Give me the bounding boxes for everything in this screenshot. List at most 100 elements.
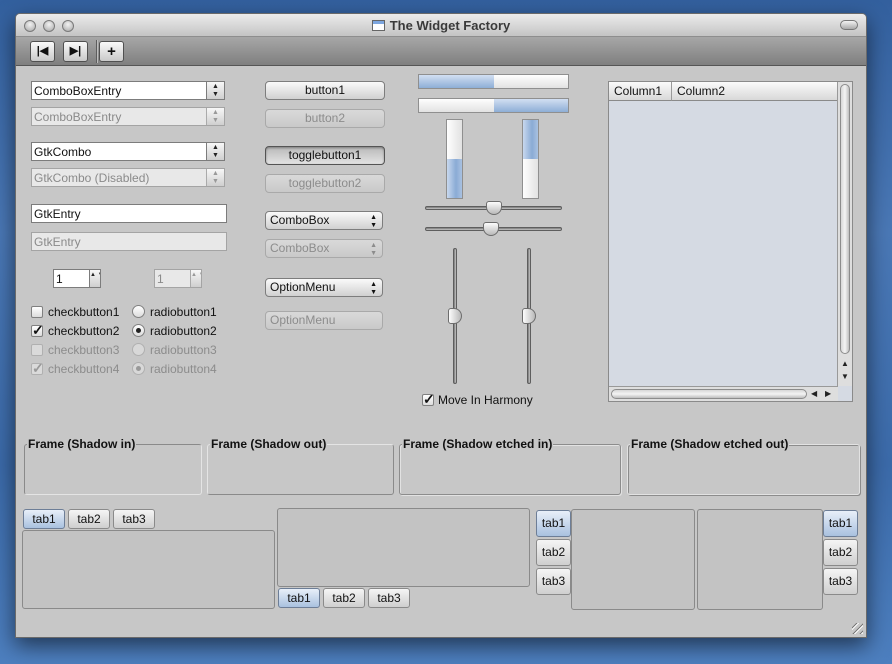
vertical-scale-1[interactable]	[448, 248, 462, 384]
notebook2-page	[277, 508, 530, 587]
horizontal-scale-1-thumb[interactable]	[485, 201, 502, 215]
checkbutton2-box[interactable]: ✓	[31, 322, 44, 338]
frame-shadow-etched-out: Frame (Shadow etched out)	[627, 437, 860, 495]
notebook3-tab2[interactable]: tab2	[536, 539, 571, 566]
gtk-combo-disabled-text: GtkCombo (Disabled)	[34, 171, 150, 185]
spin-button-disabled-arrows: ▲ ▼	[190, 270, 201, 287]
scroll-right-icon[interactable]: ▶	[825, 389, 831, 399]
notebook1-tab3[interactable]: tab3	[113, 509, 155, 529]
notebook3-tab3[interactable]: tab3	[536, 568, 571, 595]
toolbar-separator	[96, 40, 98, 63]
combobox[interactable]: ComboBox ▲ ▼	[265, 211, 383, 230]
togglebutton1[interactable]: togglebutton1	[265, 146, 385, 165]
progress-fill	[419, 75, 494, 88]
optionmenu-disabled: OptionMenu	[265, 311, 383, 330]
combobox-entry[interactable]: ComboBoxEntry ▲ ▼	[31, 81, 225, 100]
vertical-scale-2[interactable]	[522, 248, 536, 384]
horizontal-scale-2-thumb[interactable]	[482, 222, 499, 236]
gtk-combo-disabled-arrow: ▲ ▼	[206, 169, 224, 186]
notebook4-page	[697, 509, 823, 610]
move-in-harmony-label[interactable]: Move In Harmony	[438, 393, 533, 407]
goto-last-button[interactable]: ▶|	[63, 41, 88, 62]
window-title: The Widget Factory	[16, 18, 866, 33]
horizontal-scale-1[interactable]	[425, 201, 562, 215]
gtk-entry[interactable]: GtkEntry	[31, 204, 227, 223]
spin-button-disabled: 1 ▲ ▼	[154, 269, 202, 288]
notebook4-tab3[interactable]: tab3	[823, 568, 858, 595]
scroll-down-icon[interactable]: ▼	[841, 372, 849, 382]
vertical-scale-1-thumb[interactable]	[448, 308, 462, 324]
combobox-entry-disabled-arrow: ▲ ▼	[206, 108, 224, 125]
scroll-left-icon[interactable]: ◀	[811, 389, 817, 399]
combobox-disabled-arrow-icon: ▲ ▼	[370, 242, 377, 257]
button1[interactable]: button1	[265, 81, 385, 100]
checkbutton1-label[interactable]: checkbutton1	[48, 305, 119, 319]
frame-shadow-etched-in-label: Frame (Shadow etched in)	[402, 437, 554, 451]
notebook1-tab1[interactable]: tab1	[23, 509, 65, 529]
radiobutton2[interactable]	[132, 324, 145, 337]
notebook4-tab1[interactable]: tab1	[823, 510, 858, 537]
add-icon: +	[107, 43, 116, 60]
tree-horizontal-scrollbar[interactable]: ◀ ▶	[609, 386, 838, 401]
checkbutton4-box: ✓	[31, 361, 44, 375]
window-title-text: The Widget Factory	[389, 18, 511, 33]
vertical-scale-2-thumb[interactable]	[522, 308, 536, 324]
combobox-entry-arrow[interactable]: ▲ ▼	[206, 82, 224, 99]
checkbutton1-box[interactable]	[31, 306, 43, 318]
spin-button-arrows[interactable]: ▲ ▼	[89, 270, 100, 287]
radiobutton4	[132, 362, 145, 375]
gtk-combo[interactable]: GtkCombo ▲ ▼	[31, 142, 225, 161]
add-button[interactable]: +	[99, 41, 124, 62]
tree-vertical-scrollbar[interactable]: ▲ ▼	[837, 82, 852, 386]
optionmenu-arrow-icon: ▲ ▼	[370, 281, 377, 296]
title-bar[interactable]: The Widget Factory	[16, 14, 866, 37]
check-mark-icon: ✓	[423, 391, 435, 407]
check-mark-icon: ✓	[32, 322, 44, 338]
combobox-disabled: ComboBox ▲ ▼	[265, 239, 383, 258]
radiobutton1-label[interactable]: radiobutton1	[150, 305, 217, 319]
gtk-combo-text: GtkCombo	[34, 145, 92, 159]
radiobutton4-label: radiobutton4	[150, 362, 217, 376]
checkbutton2-label[interactable]: checkbutton2	[48, 324, 119, 338]
progress-fill	[523, 120, 538, 159]
optionmenu-text: OptionMenu	[270, 280, 336, 294]
checkbutton4-label: checkbutton4	[48, 362, 120, 376]
radiobutton2-label[interactable]: radiobutton2	[150, 324, 217, 338]
gtk-entry-disabled-text: GtkEntry	[34, 235, 81, 249]
tree-horizontal-scrollbar-thumb[interactable]	[611, 389, 807, 399]
notebook2-tab1[interactable]: tab1	[278, 588, 320, 608]
tree-view[interactable]: Column1 Column2 ▲ ▼ ◀ ▶	[608, 81, 853, 402]
scroll-up-icon[interactable]: ▲	[841, 359, 849, 369]
horizontal-scale-2[interactable]	[425, 222, 562, 236]
gtk-combo-disabled: GtkCombo (Disabled) ▲ ▼	[31, 168, 225, 187]
goto-first-button[interactable]: |◀	[30, 41, 55, 62]
move-in-harmony-checkbox[interactable]: ✓	[422, 391, 435, 407]
notebook2-tab3[interactable]: tab3	[368, 588, 410, 608]
frame-shadow-in-label: Frame (Shadow in)	[27, 437, 137, 451]
gtk-combo-arrow[interactable]: ▲ ▼	[206, 143, 224, 160]
combobox-entry-disabled-text: ComboBoxEntry	[34, 110, 122, 124]
resize-grip-icon[interactable]	[852, 623, 863, 634]
tree-column-header-1[interactable]: Column1	[609, 82, 672, 101]
notebook4-tab2[interactable]: tab2	[823, 539, 858, 566]
toolbar-toggle-button[interactable]	[840, 20, 858, 30]
vertical-progressbar-1	[446, 119, 463, 199]
progress-fill	[447, 159, 462, 198]
combobox-entry-disabled: ComboBoxEntry ▲ ▼	[31, 107, 225, 126]
combobox-text: ComboBox	[270, 213, 330, 227]
goto-last-icon: ▶|	[69, 45, 82, 57]
frame-shadow-etched-in: Frame (Shadow etched in)	[399, 437, 621, 495]
tree-vertical-scrollbar-thumb[interactable]	[840, 84, 850, 354]
spin-button[interactable]: 1 ▲ ▼	[53, 269, 101, 288]
window-icon	[371, 20, 385, 31]
notebook1-tab2[interactable]: tab2	[68, 509, 110, 529]
combobox-arrow-icon: ▲ ▼	[370, 214, 377, 229]
notebook2-tab2[interactable]: tab2	[323, 588, 365, 608]
optionmenu-disabled-text: OptionMenu	[270, 313, 336, 327]
vertical-progressbar-2	[522, 119, 539, 199]
notebook3-tab1[interactable]: tab1	[536, 510, 571, 537]
radiobutton1[interactable]	[132, 305, 145, 318]
optionmenu[interactable]: OptionMenu ▲ ▼	[265, 278, 383, 297]
tree-column-header-2[interactable]: Column2	[672, 82, 838, 101]
gtk-entry-text: GtkEntry	[34, 207, 81, 221]
